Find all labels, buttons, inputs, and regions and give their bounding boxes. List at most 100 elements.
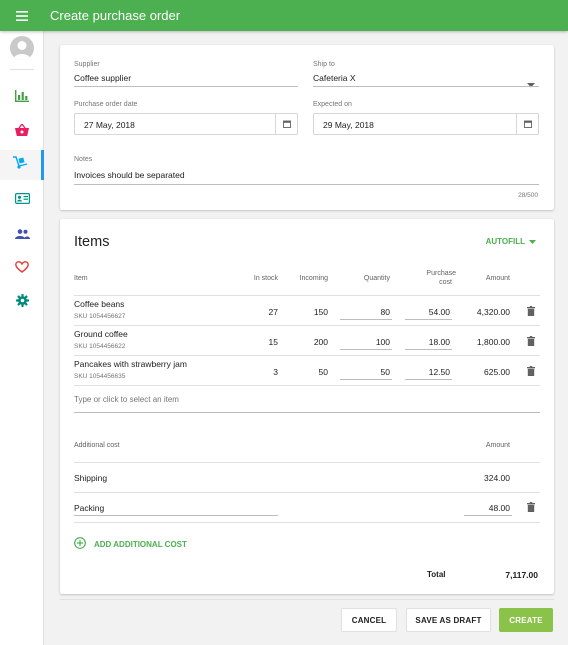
trash-icon[interactable] <box>526 501 536 513</box>
column-in-stock: In stock <box>253 275 278 282</box>
quantity-input[interactable]: 80 <box>340 307 390 317</box>
items-card: Items AUTOFILL Item In stock Incoming Qu… <box>60 219 554 594</box>
notes-underline <box>74 184 539 185</box>
trash-icon[interactable] <box>526 305 536 317</box>
save-as-draft-button[interactable]: SAVE AS DRAFT <box>406 608 491 632</box>
notes-counter: 28/500 <box>518 192 538 199</box>
item-name: Coffee beans <box>74 299 125 309</box>
row-divider <box>74 492 540 493</box>
calendar-icon[interactable] <box>516 114 538 134</box>
item-name: Pancakes with strawberry jam <box>74 359 187 369</box>
sidebar-item-sales[interactable] <box>0 117 44 147</box>
additional-amount-header: Amount <box>485 442 510 449</box>
ship-to-label: Ship to <box>313 61 335 68</box>
row-divider <box>74 325 540 326</box>
notes-field[interactable]: Invoices should be separated <box>74 170 185 180</box>
add-item-input[interactable]: Type or click to select an item <box>74 395 179 404</box>
autofill-button[interactable]: AUTOFILL <box>486 237 536 246</box>
po-date-label: Purchase order date <box>74 101 138 108</box>
create-button[interactable]: CREATE <box>499 608 553 632</box>
item-amount: 4,320.00 <box>476 307 510 317</box>
sidebar-item-loyalty[interactable] <box>0 254 44 284</box>
page-title: Create purchase order <box>50 8 181 23</box>
additional-cost-name-input[interactable]: Packing <box>74 503 104 513</box>
item-in-stock: 27 <box>268 307 278 317</box>
purchase-cost-input[interactable]: 12.50 <box>405 367 450 377</box>
column-purchase-cost-line2: cost <box>439 279 452 286</box>
cancel-button[interactable]: CANCEL <box>341 608 397 632</box>
additional-cost-header: Additional cost <box>74 442 120 449</box>
add-circle-icon <box>74 537 86 551</box>
basket-icon <box>15 122 29 141</box>
trash-icon[interactable] <box>526 365 536 377</box>
expected-on-value: 29 May, 2018 <box>323 120 374 130</box>
row-divider <box>74 355 540 356</box>
ship-to-underline <box>313 86 539 87</box>
trash-icon[interactable] <box>526 335 536 347</box>
bar-chart-icon <box>15 89 29 107</box>
row-divider <box>74 522 540 523</box>
quantity-input[interactable]: 50 <box>340 367 390 377</box>
item-in-stock: 3 <box>273 367 278 377</box>
purchase-cost-input[interactable]: 18.00 <box>405 337 450 347</box>
order-details-card: Supplier Coffee supplier Ship to Cafeter… <box>60 45 554 210</box>
supplier-underline <box>74 86 298 87</box>
additional-cost-name: Shipping <box>74 473 108 483</box>
item-incoming: 200 <box>313 337 328 347</box>
row-divider <box>74 385 540 386</box>
purchase-cost-underline <box>405 349 452 350</box>
sidebar-item-inventory[interactable] <box>0 150 44 180</box>
supplier-label: Supplier <box>74 61 100 68</box>
app-bar: Create purchase order <box>0 0 568 31</box>
quantity-underline <box>340 379 392 380</box>
notes-label: Notes <box>74 156 93 163</box>
add-additional-cost-label: ADD ADDITIONAL COST <box>94 539 187 549</box>
add-additional-cost-button[interactable]: ADD ADDITIONAL COST <box>74 537 187 551</box>
column-amount: Amount <box>485 275 510 282</box>
additional-cost-amount-input[interactable]: 48.00 <box>460 503 510 513</box>
dolly-icon <box>13 156 28 174</box>
purchase-cost-underline <box>405 319 452 320</box>
item-amount: 1,800.00 <box>476 337 510 347</box>
id-card-icon <box>14 191 30 209</box>
item-incoming: 50 <box>318 367 328 377</box>
people-icon <box>14 226 30 244</box>
sidebar-item-customers[interactable] <box>0 185 44 215</box>
quantity-underline <box>340 349 392 350</box>
sidebar <box>0 31 44 645</box>
main-content: Supplier Coffee supplier Ship to Cafeter… <box>44 31 568 645</box>
calendar-icon[interactable] <box>275 114 297 134</box>
heart-icon <box>15 260 29 278</box>
ship-to-select[interactable]: Cafeteria X <box>313 73 356 83</box>
avatar-icon[interactable] <box>10 36 34 60</box>
sidebar-item-reports[interactable] <box>0 83 44 113</box>
item-incoming: 150 <box>313 307 328 317</box>
expected-on-label: Expected on <box>313 101 352 108</box>
items-title: Items <box>74 234 110 250</box>
supplier-field[interactable]: Coffee supplier <box>74 73 131 83</box>
additional-cost-amount: 324.00 <box>484 473 510 483</box>
column-incoming: Incoming <box>299 275 328 282</box>
item-name: Ground coffee <box>74 329 128 339</box>
footer-divider <box>60 599 554 600</box>
quantity-input[interactable]: 100 <box>340 337 390 347</box>
total-value: 7,117.00 <box>505 570 538 580</box>
column-quantity: Quantity <box>363 275 390 282</box>
caret-down-icon[interactable] <box>527 75 535 93</box>
sidebar-item-settings[interactable] <box>0 288 44 318</box>
item-amount: 625.00 <box>484 367 510 377</box>
purchase-cost-input[interactable]: 54.00 <box>405 307 450 317</box>
item-sku: SKU 1054456622 <box>74 343 126 350</box>
quantity-underline <box>340 319 392 320</box>
item-sku: SKU 1054456627 <box>74 313 126 320</box>
po-date-field[interactable]: 27 May, 2018 <box>74 113 298 135</box>
sidebar-item-employees[interactable] <box>0 220 44 250</box>
expected-on-field[interactable]: 29 May, 2018 <box>313 113 539 135</box>
menu-icon[interactable] <box>0 0 44 31</box>
additional-cost-name-underline <box>74 515 278 516</box>
item-sku: SKU 1054456635 <box>74 373 126 380</box>
additional-header-divider <box>74 462 540 463</box>
sidebar-divider <box>10 69 34 70</box>
item-in-stock: 15 <box>268 337 278 347</box>
gear-icon <box>15 294 29 312</box>
